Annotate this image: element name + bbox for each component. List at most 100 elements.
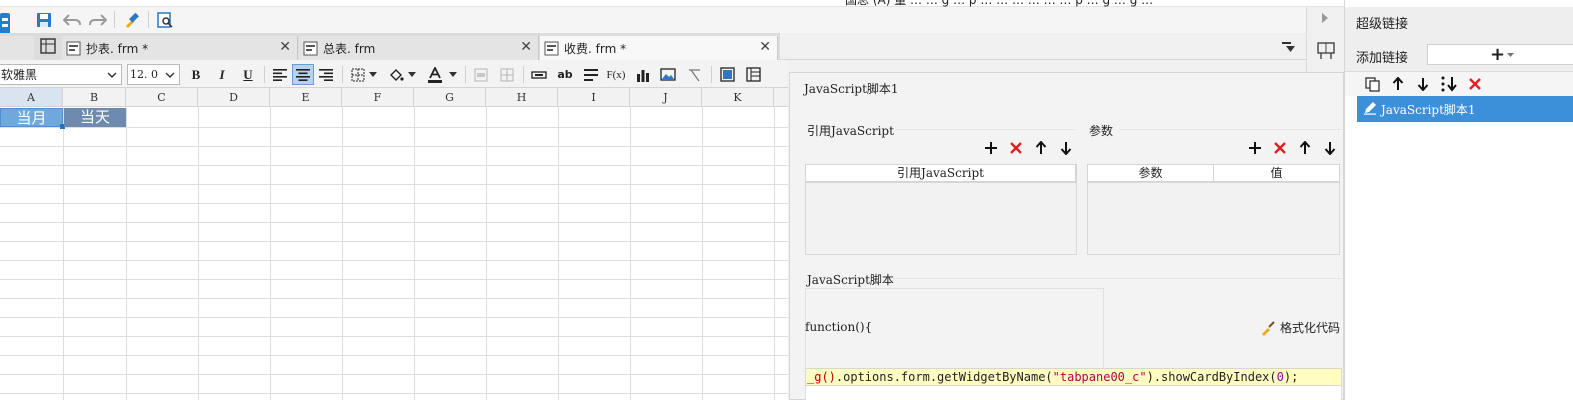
column-header[interactable]: I [558, 88, 630, 107]
grid-line [0, 127, 788, 128]
delete-icon[interactable] [1465, 74, 1485, 94]
close-icon[interactable]: ✕ [759, 39, 771, 55]
grid-line [0, 184, 788, 185]
bold-button[interactable]: B [185, 64, 207, 85]
move-up-icon[interactable] [1388, 74, 1408, 94]
column-header[interactable]: D [198, 88, 270, 107]
grid-line [126, 107, 127, 400]
tab-shoufei[interactable]: 收费. frm * ✕ [540, 36, 778, 60]
close-icon[interactable]: ✕ [520, 39, 532, 55]
add-link-button[interactable]: + [1427, 44, 1573, 65]
column-header[interactable]: E [270, 88, 342, 107]
column-header[interactable] [774, 88, 788, 107]
tab-list-dropdown-icon[interactable] [1282, 41, 1296, 53]
link-list-item[interactable]: JavaScript脚本1 [1357, 96, 1573, 122]
font-size-select[interactable]: 12. 0 [127, 64, 180, 85]
align-right-icon[interactable] [315, 64, 337, 85]
link-actions-row [1345, 72, 1573, 96]
format-code-button[interactable]: 格式化代码 [1260, 319, 1340, 336]
format-painter-icon[interactable] [120, 9, 142, 31]
separator [264, 66, 265, 83]
layout-panel-icon[interactable] [1317, 42, 1335, 60]
underline-button[interactable]: U [237, 64, 259, 85]
font-name-value: 软雅黑 [1, 68, 38, 82]
grid-line [342, 107, 343, 400]
move-down-icon[interactable] [1320, 138, 1340, 158]
spreadsheet-grid[interactable]: A B C D E F G H I J K 当月 当天 [0, 88, 788, 400]
copy-icon[interactable] [1362, 74, 1382, 94]
code-editor-rest[interactable] [805, 386, 1342, 400]
separator [523, 66, 524, 83]
column-header[interactable]: A [0, 88, 63, 107]
ref-js-table-body[interactable] [805, 182, 1077, 255]
sort-down-icon[interactable] [1439, 74, 1459, 94]
hyperlink-panel: 超级链接 添加链接 + JavaScript脚本1 [1344, 0, 1573, 400]
column-header[interactable]: K [702, 88, 774, 107]
column-header[interactable]: J [630, 88, 702, 107]
chart-icon[interactable] [632, 64, 654, 85]
chevron-down-icon [163, 66, 177, 83]
column-header[interactable]: F [342, 88, 414, 107]
column-header[interactable]: H [486, 88, 558, 107]
add-icon[interactable] [981, 138, 1001, 158]
grid-line [0, 336, 788, 337]
tab-bar-tail [780, 33, 1306, 60]
font-name-select[interactable]: 软雅黑 [0, 64, 122, 85]
paragraph-icon[interactable] [580, 64, 602, 85]
grid-line [270, 107, 271, 400]
undo-icon[interactable] [61, 9, 83, 31]
slash-icon[interactable] [683, 64, 705, 85]
grid-layout-icon[interactable] [40, 38, 56, 54]
italic-button[interactable]: I [211, 64, 233, 85]
split-cells-icon[interactable] [496, 64, 518, 85]
add-link-label: 添加链接 [1356, 51, 1409, 66]
tab-bar-start [0, 36, 34, 60]
grid-line [702, 107, 703, 400]
fill-dropdown-icon[interactable] [408, 72, 416, 77]
ref-js-table-header: 引用JavaScript [805, 164, 1077, 182]
cell-a1[interactable]: 当月 [0, 108, 63, 127]
close-icon[interactable]: ✕ [279, 39, 291, 55]
freeze-icon[interactable] [716, 64, 738, 85]
add-icon[interactable] [1245, 138, 1265, 158]
preview-icon[interactable] [154, 9, 176, 31]
grid-line [0, 279, 788, 280]
move-down-icon[interactable] [1413, 74, 1433, 94]
font-color-dropdown-icon[interactable] [449, 72, 457, 77]
tab-zongbiao[interactable]: 总表. frm ✕ [299, 36, 539, 60]
save-icon[interactable] [33, 9, 55, 31]
text-field-icon[interactable] [528, 64, 550, 85]
add-link-row: 添加链接 + [1345, 36, 1573, 72]
expand-arrow-icon[interactable] [1321, 13, 1329, 23]
list-view-icon[interactable] [742, 64, 764, 85]
tab-chaobiao[interactable]: 抄表. frm * ✕ [62, 36, 298, 60]
column-header[interactable]: B [63, 88, 126, 107]
move-up-icon[interactable] [1295, 138, 1315, 158]
redo-icon[interactable] [87, 9, 109, 31]
font-color-icon[interactable] [424, 64, 446, 85]
border-dropdown-icon[interactable] [369, 72, 377, 77]
code-token: ).showCardByIndex( [1146, 370, 1277, 384]
column-header[interactable]: G [414, 88, 486, 107]
code-editor[interactable]: _g().options.form.getWidgetByName("tabpa… [805, 368, 1342, 386]
quick-access-toolbar [0, 7, 1306, 37]
cell-b1[interactable]: 当天 [64, 108, 126, 127]
image-icon[interactable] [657, 64, 679, 85]
params-table-body[interactable] [1087, 182, 1340, 255]
align-left-icon[interactable] [269, 64, 291, 85]
merge-cells-icon[interactable] [470, 64, 492, 85]
link-item-label: JavaScript脚本1 [1381, 102, 1476, 117]
delete-icon[interactable] [1270, 138, 1290, 158]
text-ab-icon[interactable]: ab [554, 64, 576, 85]
separator [465, 66, 466, 83]
code-token: 0 [1276, 370, 1284, 384]
formula-icon[interactable]: F(x) [605, 64, 627, 85]
fill-color-icon[interactable] [385, 64, 407, 85]
border-icon[interactable] [347, 64, 369, 85]
move-down-icon[interactable] [1056, 138, 1076, 158]
move-up-icon[interactable] [1031, 138, 1051, 158]
column-header[interactable]: C [126, 88, 198, 107]
separator [114, 11, 115, 28]
align-center-icon[interactable] [292, 64, 314, 85]
delete-icon[interactable] [1006, 138, 1026, 158]
